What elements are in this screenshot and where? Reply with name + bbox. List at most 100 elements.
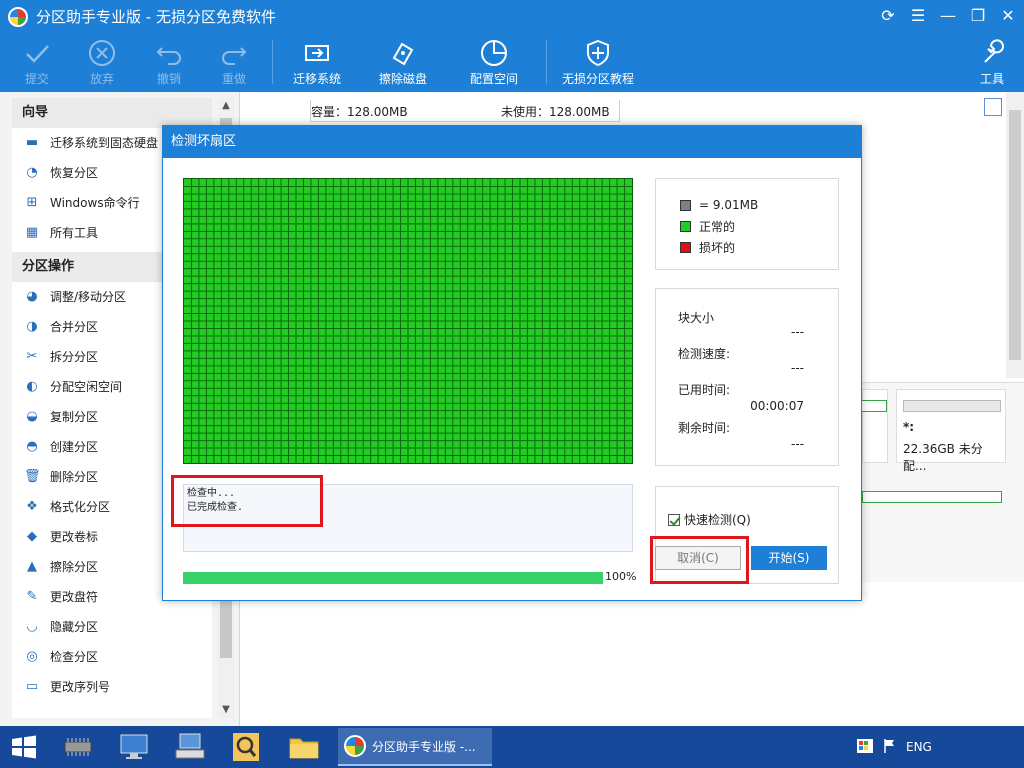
highlight-box-log <box>171 475 323 527</box>
app-logo-icon <box>344 735 366 757</box>
split-icon: ✂ <box>26 349 38 364</box>
recover-icon: ◔ <box>26 165 38 180</box>
title-bar: 分区助手专业版 - 无损分区免费软件 ⟳ ☰ — ❐ ✕ <box>0 0 1024 32</box>
progress-fill <box>183 572 603 584</box>
wipe-icon: ▲ <box>27 559 37 574</box>
resize-icon: ◕ <box>26 289 38 304</box>
create-icon: ◓ <box>26 439 38 454</box>
remaining-value: --- <box>791 437 804 451</box>
tools-icon <box>984 39 1004 63</box>
redo-icon <box>222 47 247 65</box>
start-button[interactable]: 开始(S) <box>751 546 827 570</box>
toolbar-separator <box>546 40 547 84</box>
menu-icon[interactable]: ☰ <box>904 4 932 28</box>
language-indicator[interactable]: ENG <box>906 740 932 754</box>
legend-swatch <box>680 199 691 211</box>
close-icon[interactable]: ✕ <box>994 4 1022 28</box>
sidebar-section-wizard: 向导 <box>12 98 212 128</box>
sidebar-item-label: 拆分分区 <box>50 350 99 364</box>
windows-start-icon[interactable] <box>6 730 42 764</box>
sidebar-item-label: 创建分区 <box>50 440 99 454</box>
sector-grid-svg <box>184 179 632 463</box>
tools-label: 工具 <box>979 72 1004 86</box>
legend-label: 损坏的 <box>699 240 736 255</box>
sidebar-item-label: 删除分区 <box>50 470 99 484</box>
speed-value: --- <box>791 361 804 375</box>
view-toggle-icon[interactable] <box>984 98 1002 116</box>
redo-button[interactable]: 重做 <box>189 36 279 90</box>
restore-icon[interactable]: ❐ <box>964 4 992 28</box>
partition-info: 22.36GB 未分配... <box>903 442 983 473</box>
disk-capacity-row: 容量：128.00MB 未使用：128.00MB <box>310 100 620 122</box>
elapsed-value: 00:00:07 <box>750 399 804 413</box>
partition-usage-bar <box>861 400 887 412</box>
flag-icon[interactable] <box>882 738 896 754</box>
sector-grid <box>183 178 633 464</box>
window-title: 分区助手专业版 - 无损分区免费软件 <box>36 8 276 26</box>
unused-text: 未使用：128.00MB <box>501 105 610 119</box>
sidebar-item-serial[interactable]: ▭ 更改序列号 <box>12 672 212 702</box>
taskbar: 分区助手专业版 -... ENG <box>0 726 1024 768</box>
search-app-icon[interactable] <box>228 730 264 764</box>
sector-grid-lines <box>184 179 632 463</box>
folder-icon[interactable] <box>286 730 322 764</box>
cancel-circle-icon <box>89 40 115 66</box>
scrollbar-thumb[interactable] <box>1009 110 1021 360</box>
sidebar-item-label: 所有工具 <box>50 226 99 240</box>
check-icon <box>26 45 49 63</box>
main-scrollbar[interactable] <box>1006 92 1024 378</box>
legend-normal: 正常的 <box>680 218 735 234</box>
quick-check-checkbox[interactable]: 快速检测(Q) <box>668 511 751 528</box>
computer-icon[interactable] <box>116 730 152 764</box>
progress-percent: 100% <box>605 570 637 583</box>
tutorial-button[interactable]: 无损分区教程 <box>553 36 643 90</box>
taskbar-app-label: 分区助手专业版 -... <box>372 739 476 754</box>
refresh-icon[interactable]: ⟳ <box>874 4 902 28</box>
sidebar-item-label: 迁移系统到固态硬盘 <box>50 136 159 150</box>
scroll-down-icon[interactable]: ▼ <box>218 702 234 718</box>
migrate-icon <box>305 45 329 61</box>
sidebar-item-label: 调整/移动分区 <box>50 290 127 304</box>
check-partition-icon: ◎ <box>26 649 38 664</box>
partition-card-unallocated[interactable]: *: 22.36GB 未分配... <box>896 389 1006 473</box>
shield-icon <box>587 39 609 67</box>
sidebar-item-label: 擦除分区 <box>50 560 99 574</box>
legend-label: = 9.01MB <box>699 198 759 212</box>
delete-icon: 🗑 <box>24 469 41 484</box>
minimize-button[interactable]: — <box>934 4 962 28</box>
keyboard-icon[interactable] <box>172 730 208 764</box>
highlight-box-cancel <box>650 536 749 584</box>
hide-icon: ◡ <box>26 619 38 634</box>
merge-icon: ◑ <box>26 319 38 334</box>
sidebar-item-label: 格式化分区 <box>50 500 111 514</box>
sidebar-item-hide[interactable]: ◡ 隐藏分区 <box>12 612 212 642</box>
tools-button[interactable]: 工具 <box>947 36 1024 90</box>
allocate-space-label: 配置空间 <box>469 72 518 86</box>
remaining-label: 剩余时间: <box>678 421 731 435</box>
capacity-text: 容量：128.00MB <box>311 105 408 119</box>
migrate-system-label: 迁移系统 <box>292 72 341 86</box>
app-header: 分区助手专业版 - 无损分区免费软件 ⟳ ☰ — ❐ ✕ 提交 放弃 撤销 重做… <box>0 0 1024 92</box>
drive-letter-icon: ✎ <box>26 589 38 604</box>
checkbox-checked-icon[interactable] <box>668 513 680 526</box>
sidebar-item-label: 合并分区 <box>50 320 99 334</box>
allocate-space-button[interactable]: 配置空间 <box>449 36 539 90</box>
legend-damaged: 损坏的 <box>680 239 735 255</box>
scroll-up-icon[interactable]: ▲ <box>218 98 234 114</box>
sidebar-item-label: Windows命令行 <box>50 196 140 210</box>
migrate-system-button[interactable]: 迁移系统 <box>272 36 362 90</box>
grid-icon: ▦ <box>25 225 39 240</box>
chip-icon[interactable] <box>60 730 96 764</box>
sidebar-item-label: 隐藏分区 <box>50 620 99 634</box>
partition-card[interactable] <box>861 389 888 463</box>
allocate-icon: ◐ <box>26 379 38 394</box>
app-logo-icon <box>8 7 28 27</box>
taskbar-app-partition-assistant[interactable]: 分区助手专业版 -... <box>338 728 492 766</box>
legend-swatch <box>680 220 691 232</box>
toolbar: 提交 放弃 撤销 重做 迁移系统 擦除磁盘 配置空间 无损分区教程 工具 <box>0 32 1024 92</box>
color-picker-icon[interactable] <box>856 738 874 754</box>
wipe-disk-button[interactable]: 擦除磁盘 <box>358 36 448 90</box>
dialog-title: 检测坏扇区 <box>163 126 861 158</box>
sidebar-item-label: 更改序列号 <box>50 680 111 694</box>
sidebar-item-check[interactable]: ◎ 检查分区 <box>12 642 212 672</box>
